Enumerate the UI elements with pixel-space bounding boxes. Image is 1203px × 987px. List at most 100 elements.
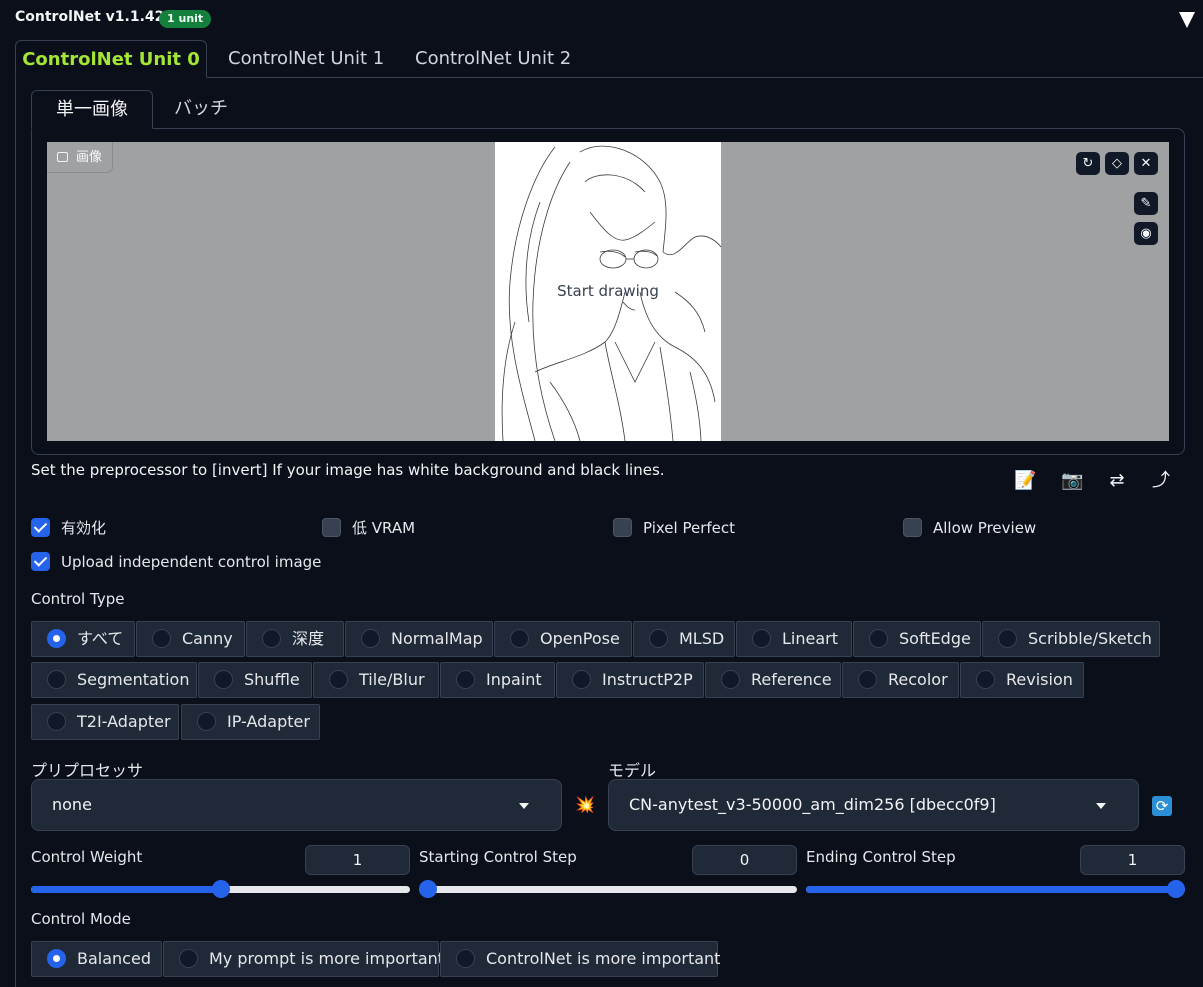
control-type-segmentation[interactable]: Segmentation xyxy=(31,662,197,698)
refresh-models-icon[interactable]: ⟳ xyxy=(1152,796,1172,816)
control-type-scribble[interactable]: Scribble/Sketch xyxy=(982,621,1160,657)
enable-checkbox-box[interactable] xyxy=(31,518,50,537)
radio-dot[interactable] xyxy=(47,712,66,731)
undo-icon[interactable]: ↻ xyxy=(1076,152,1100,175)
radio-label: Segmentation xyxy=(77,670,190,689)
control-weight-slider[interactable] xyxy=(31,880,410,898)
model-label: モデル xyxy=(608,761,657,780)
upload-independent-checkbox[interactable]: Upload independent control image xyxy=(31,551,321,573)
control-mode-controlnet-important[interactable]: ControlNet is more important xyxy=(440,941,721,977)
pixel-perfect-checkbox[interactable]: Pixel Perfect xyxy=(613,517,735,539)
preprocessor-dropdown[interactable]: none xyxy=(31,779,562,831)
ending-step-input[interactable]: 1 xyxy=(1080,845,1185,875)
radio-label: T2I-Adapter xyxy=(77,712,171,731)
tab-single-image[interactable]: 単一画像 xyxy=(31,90,153,129)
radio-dot[interactable] xyxy=(998,629,1017,648)
radio-label: MLSD xyxy=(679,629,725,648)
radio-dot[interactable] xyxy=(858,670,877,689)
radio-label: InstructP2P xyxy=(602,670,693,689)
control-type-t2i-adapter[interactable]: T2I-Adapter xyxy=(31,704,179,740)
control-type-inpaint[interactable]: Inpaint xyxy=(440,662,555,698)
image-label: 画像 xyxy=(47,142,114,173)
upload-independent-checkbox-box[interactable] xyxy=(31,552,50,571)
radio-label: Recolor xyxy=(888,670,948,689)
image-icon xyxy=(57,152,68,162)
enable-checkbox[interactable]: 有効化 xyxy=(31,517,106,539)
radio-dot[interactable] xyxy=(179,949,198,968)
control-weight-input[interactable]: 1 xyxy=(305,845,410,875)
swap-icon[interactable]: ⇄ xyxy=(1106,470,1128,492)
control-type-lineart[interactable]: Lineart xyxy=(736,621,852,657)
starting-step-slider[interactable] xyxy=(419,880,797,898)
radio-dot[interactable] xyxy=(214,670,233,689)
radio-dot[interactable] xyxy=(262,629,281,648)
low-vram-checkbox-box[interactable] xyxy=(322,518,341,537)
run-preprocessor-explode-icon[interactable]: 💥 xyxy=(575,795,595,814)
radio-dot[interactable] xyxy=(47,629,66,648)
control-type-all[interactable]: すべて xyxy=(31,621,135,657)
radio-dot[interactable] xyxy=(152,629,171,648)
radio-dot[interactable] xyxy=(329,670,348,689)
panel-title[interactable]: ControlNet v1.1.422 xyxy=(15,9,174,25)
preprocessor-label: プリプロセッサ xyxy=(31,761,144,780)
memo-icon[interactable]: 📝 xyxy=(1014,470,1036,492)
control-type-revision[interactable]: Revision xyxy=(960,662,1084,698)
control-type-recolor[interactable]: Recolor xyxy=(842,662,959,698)
control-type-instructp2p[interactable]: InstructP2P xyxy=(556,662,704,698)
ending-step-slider[interactable] xyxy=(806,880,1185,898)
tab-controlnet-unit-1[interactable]: ControlNet Unit 1 xyxy=(208,40,404,78)
model-dropdown[interactable]: CN-anytest_v3-50000_am_dim256 [dbecc0f9] xyxy=(608,779,1139,831)
control-type-tile-blur[interactable]: Tile/Blur xyxy=(313,662,439,698)
tab-batch[interactable]: バッチ xyxy=(153,90,249,129)
control-type-softedge[interactable]: SoftEdge xyxy=(853,621,981,657)
control-type-mlsd[interactable]: MLSD xyxy=(633,621,735,657)
radio-label: すべて xyxy=(77,629,124,648)
control-type-ip-adapter[interactable]: IP-Adapter xyxy=(181,704,320,740)
control-type-canny[interactable]: Canny xyxy=(136,621,245,657)
radio-dot[interactable] xyxy=(47,949,66,968)
slider-thumb[interactable] xyxy=(211,880,230,898)
chevron-down-icon xyxy=(519,803,529,809)
pixel-perfect-checkbox-box[interactable] xyxy=(613,518,632,537)
radio-dot[interactable] xyxy=(572,670,591,689)
collapse-triangle-icon[interactable] xyxy=(1179,12,1195,28)
radio-dot[interactable] xyxy=(456,949,475,968)
radio-dot[interactable] xyxy=(197,712,216,731)
slider-track xyxy=(419,886,797,893)
control-type-openpose[interactable]: OpenPose xyxy=(494,621,632,657)
send-dimensions-icon[interactable]: ⤴ xyxy=(1150,470,1172,492)
radio-label: ControlNet is more important xyxy=(486,949,721,968)
control-mode-prompt-important[interactable]: My prompt is more important xyxy=(163,941,444,977)
radio-dot[interactable] xyxy=(361,629,380,648)
control-type-reference[interactable]: Reference xyxy=(705,662,841,698)
radio-label: Tile/Blur xyxy=(359,670,425,689)
slider-thumb[interactable] xyxy=(419,880,437,898)
radio-dot[interactable] xyxy=(649,629,668,648)
control-mode-balanced[interactable]: Balanced xyxy=(31,941,162,977)
allow-preview-checkbox[interactable]: Allow Preview xyxy=(903,517,1036,539)
allow-preview-checkbox-box[interactable] xyxy=(903,518,922,537)
palette-icon[interactable]: ◉ xyxy=(1134,222,1158,245)
slider-thumb[interactable] xyxy=(1167,880,1185,898)
radio-dot[interactable] xyxy=(47,670,66,689)
control-type-normalmap[interactable]: NormalMap xyxy=(345,621,493,657)
control-type-shuffle[interactable]: Shuffle xyxy=(198,662,312,698)
control-type-depth[interactable]: 深度 xyxy=(246,621,344,657)
tab-controlnet-unit-2[interactable]: ControlNet Unit 2 xyxy=(395,40,591,78)
starting-step-input[interactable]: 0 xyxy=(692,845,797,875)
low-vram-checkbox[interactable]: 低 VRAM xyxy=(322,517,415,539)
low-vram-label: 低 VRAM xyxy=(352,519,416,537)
close-icon[interactable]: ✕ xyxy=(1134,152,1158,175)
tab-controlnet-unit-0[interactable]: ControlNet Unit 0 xyxy=(15,40,207,78)
radio-dot[interactable] xyxy=(752,629,771,648)
radio-dot[interactable] xyxy=(456,670,475,689)
radio-dot[interactable] xyxy=(869,629,888,648)
radio-dot[interactable] xyxy=(721,670,740,689)
camera-icon[interactable]: 📷 xyxy=(1061,470,1083,492)
radio-dot[interactable] xyxy=(976,670,995,689)
eraser-icon[interactable]: ◇ xyxy=(1105,152,1129,175)
brush-icon[interactable]: ✎ xyxy=(1134,192,1158,215)
chevron-down-icon xyxy=(1096,803,1106,809)
radio-dot[interactable] xyxy=(510,629,529,648)
pixel-perfect-label: Pixel Perfect xyxy=(643,519,736,537)
